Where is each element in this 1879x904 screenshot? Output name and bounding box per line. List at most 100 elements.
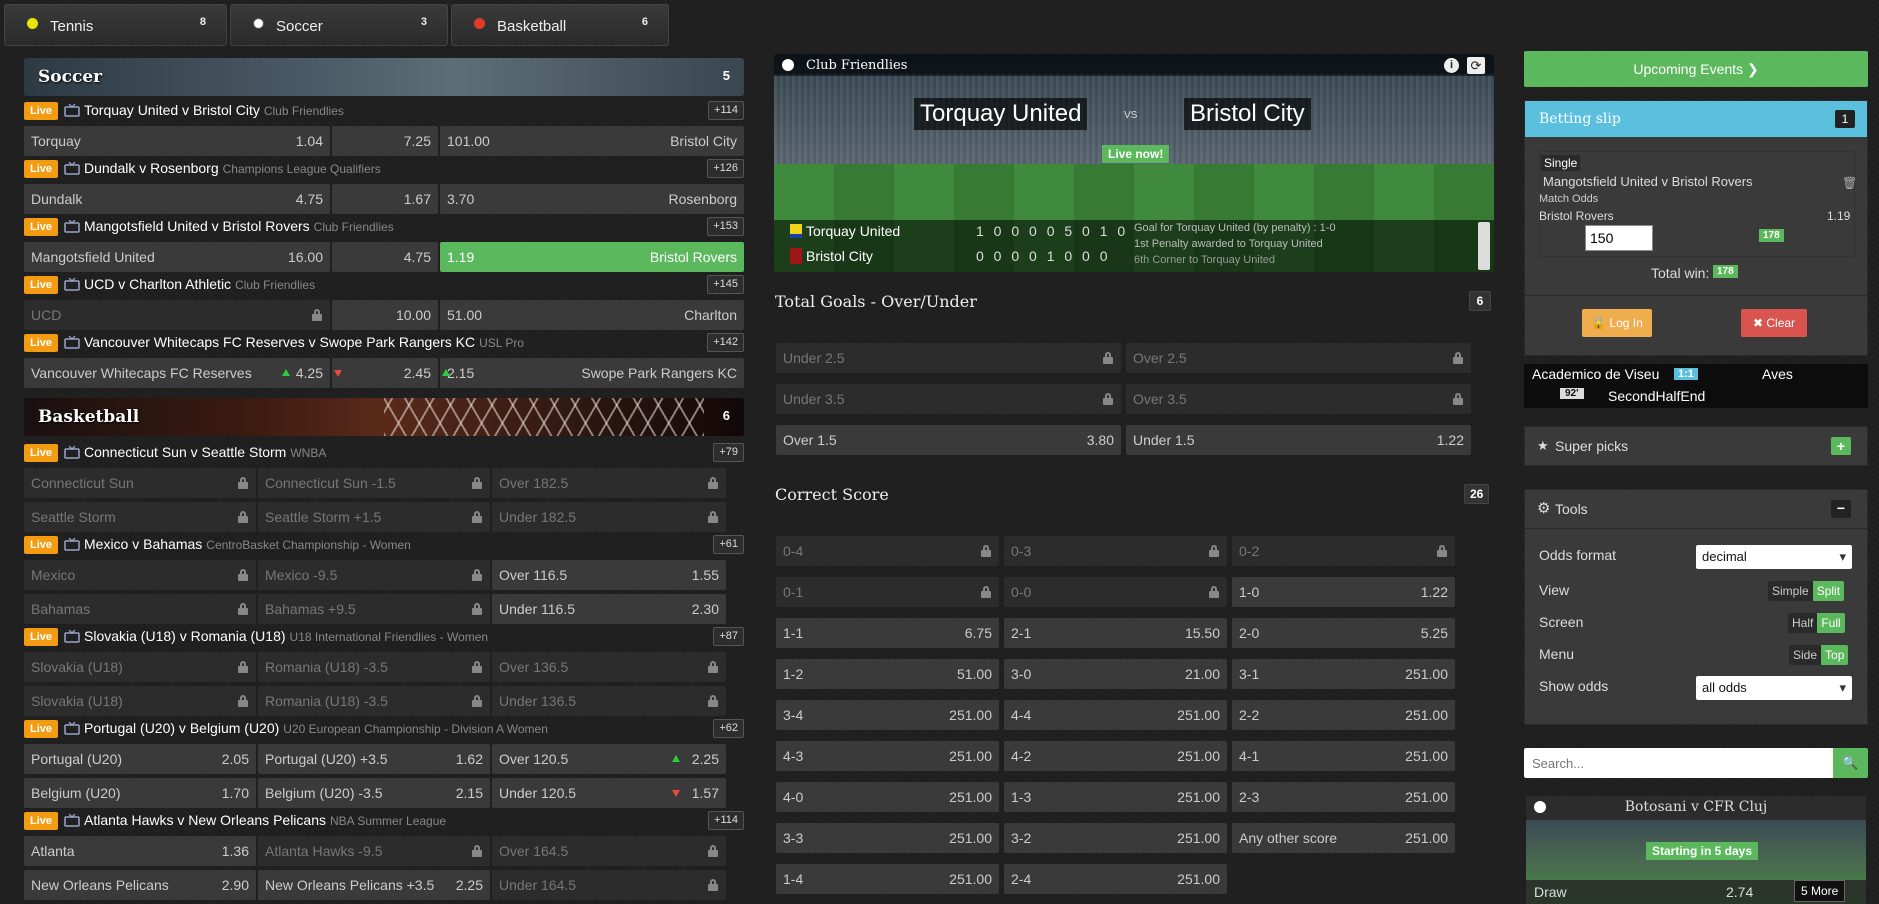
expand-plus-icon[interactable]: +: [1831, 437, 1851, 455]
info-icon[interactable]: i: [1444, 58, 1459, 73]
total-goals-cell[interactable]: Over 1.5 3.80: [776, 425, 1121, 455]
correct-score-cell[interactable]: 2-4 251.00: [1004, 864, 1227, 894]
match-name[interactable]: Connecticut Sun v Seattle Storm: [84, 444, 286, 460]
menu-toggle[interactable]: Side Top: [1789, 645, 1849, 665]
match-title[interactable]: Dundalk v Rosenborg Champions League Qual…: [84, 160, 381, 176]
match-header[interactable]: Live Torquay United v Bristol City Club Fr…: [24, 100, 744, 122]
correct-score-cell[interactable]: 4-4 251.00: [1004, 700, 1227, 730]
odds-cell[interactable]: Atlanta 1.36: [24, 836, 256, 866]
match-title[interactable]: Atlanta Hawks v New Orleans Pelicans NBA …: [84, 812, 446, 828]
match-header[interactable]: Live UCD v Charlton Athletic Club Friendli…: [24, 274, 744, 296]
more-markets-badge[interactable]: +145: [707, 275, 744, 294]
match-name[interactable]: Portugal (U20) v Belgium (U20): [84, 720, 279, 736]
trash-icon[interactable]: 🗑: [1842, 176, 1857, 190]
more-markets-badge[interactable]: +126: [707, 159, 744, 178]
screen-toggle[interactable]: Half Full: [1788, 613, 1845, 633]
match-title[interactable]: Portugal (U20) v Belgium (U20) U20 Europe…: [84, 720, 548, 736]
match-name[interactable]: Slovakia (U18) v Romania (U18): [84, 628, 286, 644]
correct-score-cell[interactable]: 3-4 251.00: [776, 700, 999, 730]
correct-score-cell[interactable]: 3-2 251.00: [1004, 823, 1227, 853]
correct-score-cell[interactable]: 4-1 251.00: [1232, 741, 1455, 771]
more-markets-badge[interactable]: +142: [707, 333, 744, 352]
collapse-minus-icon[interactable]: −: [1831, 500, 1851, 518]
match-header[interactable]: Live Dundalk v Rosenborg Champions League …: [24, 158, 744, 180]
match-title[interactable]: Torquay United v Bristol City Club Friend…: [84, 102, 344, 118]
draw-odds-cell[interactable]: 10.00: [332, 300, 438, 330]
match-header[interactable]: Live Atlanta Hawks v New Orleans Pelicans…: [24, 810, 744, 832]
home-odds-cell[interactable]: Vancouver Whitecaps FC Reserves 4.25: [24, 358, 330, 388]
promo-card[interactable]: Botosani v CFR Cluj Starting in 5 days D…: [1526, 796, 1866, 904]
odds-format-select[interactable]: decimal: [1696, 545, 1852, 569]
home-odds-cell[interactable]: Mangotsfield United 16.00: [24, 242, 330, 272]
match-name[interactable]: Dundalk v Rosenborg: [84, 160, 219, 176]
odds-cell[interactable]: Under 116.5 2.30: [492, 594, 726, 624]
match-header[interactable]: Live Slovakia (U18) v Romania (U18) U18 In…: [24, 626, 744, 648]
away-odds-cell[interactable]: 51.00 Charlton: [440, 300, 744, 330]
view-split[interactable]: Split: [1812, 581, 1845, 601]
match-name[interactable]: Mangotsfield United v Bristol Rovers: [84, 218, 310, 234]
correct-score-cell[interactable]: 3-3 251.00: [776, 823, 999, 853]
stake-input[interactable]: [1585, 225, 1653, 251]
match-name[interactable]: Vancouver Whitecaps FC Reserves v Swope …: [84, 334, 475, 350]
correct-score-cell[interactable]: 1-4 251.00: [776, 864, 999, 894]
match-title[interactable]: Mexico v Bahamas CentroBasket Championshi…: [84, 536, 411, 552]
odds-cell[interactable]: Over 116.5 1.55: [492, 560, 726, 590]
match-title[interactable]: Slovakia (U18) v Romania (U18) U18 Intern…: [84, 628, 488, 644]
correct-score-cell[interactable]: 3-1 251.00: [1232, 659, 1455, 689]
home-odds-cell[interactable]: Dundalk 4.75: [24, 184, 330, 214]
total-goals-cell[interactable]: Under 1.5 1.22: [1126, 425, 1471, 455]
odds-cell[interactable]: New Orleans Pelicans 2.90: [24, 870, 256, 900]
away-odds-cell[interactable]: 3.70 Rosenborg: [440, 184, 744, 214]
match-title[interactable]: Mangotsfield United v Bristol Rovers Club…: [84, 218, 394, 234]
correct-score-cell[interactable]: 4-3 251.00: [776, 741, 999, 771]
menu-top[interactable]: Top: [1821, 645, 1849, 665]
live-stream-icon[interactable]: [64, 103, 80, 117]
sport-tab-tennis[interactable]: Tennis 8: [4, 4, 227, 46]
match-name[interactable]: Mexico v Bahamas: [84, 536, 202, 552]
odds-cell[interactable]: Portugal (U20) 2.05: [24, 744, 256, 774]
clear-button[interactable]: ✖ Clear: [1741, 309, 1807, 337]
more-markets-button[interactable]: 5 More: [1794, 880, 1846, 902]
show-odds-select[interactable]: all odds: [1696, 676, 1852, 700]
correct-score-cell[interactable]: 1-0 1.22: [1232, 577, 1455, 607]
more-markets-badge[interactable]: +62: [713, 719, 744, 738]
match-title[interactable]: UCD v Charlton Athletic Club Friendlies: [84, 276, 315, 292]
odds-cell[interactable]: Over 120.5 2.25: [492, 744, 726, 774]
match-title[interactable]: Connecticut Sun v Seattle Storm WNBA: [84, 444, 326, 460]
search-input[interactable]: [1524, 748, 1833, 778]
events-scrollbar[interactable]: [1478, 222, 1490, 270]
odds-cell[interactable]: New Orleans Pelicans +3.5 2.25: [258, 870, 490, 900]
draw-odds-cell[interactable]: 4.75: [332, 242, 438, 272]
live-stream-icon[interactable]: [64, 335, 80, 349]
match-title[interactable]: Vancouver Whitecaps FC Reserves v Swope …: [84, 334, 524, 350]
live-stream-icon[interactable]: [64, 219, 80, 233]
screen-full[interactable]: Full: [1817, 613, 1845, 633]
draw-odds-cell[interactable]: 2.45: [332, 358, 438, 388]
live-stream-icon[interactable]: [64, 813, 80, 827]
match-header[interactable]: Live Connecticut Sun v Seattle Storm WNBA +…: [24, 442, 744, 464]
super-picks-panel[interactable]: ★ Super picks +: [1524, 426, 1868, 466]
upcoming-events-button[interactable]: Upcoming Events ❯: [1524, 51, 1868, 87]
correct-score-cell[interactable]: 1-1 6.75: [776, 618, 999, 648]
live-stream-icon[interactable]: [64, 629, 80, 643]
away-odds-cell[interactable]: 2.15 Swope Park Rangers KC: [440, 358, 744, 388]
menu-side[interactable]: Side: [1789, 645, 1822, 665]
away-odds-cell[interactable]: 101.00 Bristol City: [440, 126, 744, 156]
live-stream-icon[interactable]: [64, 161, 80, 175]
live-stream-icon[interactable]: [64, 445, 80, 459]
live-stream-icon[interactable]: [64, 277, 80, 291]
match-header[interactable]: Live Portugal (U20) v Belgium (U20) U20 Eu…: [24, 718, 744, 740]
draw-odds-cell[interactable]: 7.25: [332, 126, 438, 156]
match-header[interactable]: Live Mangotsfield United v Bristol Rovers…: [24, 216, 744, 238]
more-markets-badge[interactable]: +153: [707, 217, 744, 236]
match-name[interactable]: Torquay United v Bristol City: [84, 102, 260, 118]
sport-tab-soccer[interactable]: Soccer 3: [230, 4, 448, 46]
home-odds-cell[interactable]: Torquay 1.04: [24, 126, 330, 156]
draw-odds-cell[interactable]: 1.67: [332, 184, 438, 214]
correct-score-cell[interactable]: 2-0 5.25: [1232, 618, 1455, 648]
correct-score-cell[interactable]: 3-0 21.00: [1004, 659, 1227, 689]
view-toggle[interactable]: Simple Split: [1768, 581, 1845, 601]
more-markets-badge[interactable]: +79: [713, 443, 744, 462]
more-markets-badge[interactable]: +61: [713, 535, 744, 554]
live-ticker[interactable]: Academico de Viseu 1:1 Aves 92' SecondHa…: [1524, 364, 1868, 408]
